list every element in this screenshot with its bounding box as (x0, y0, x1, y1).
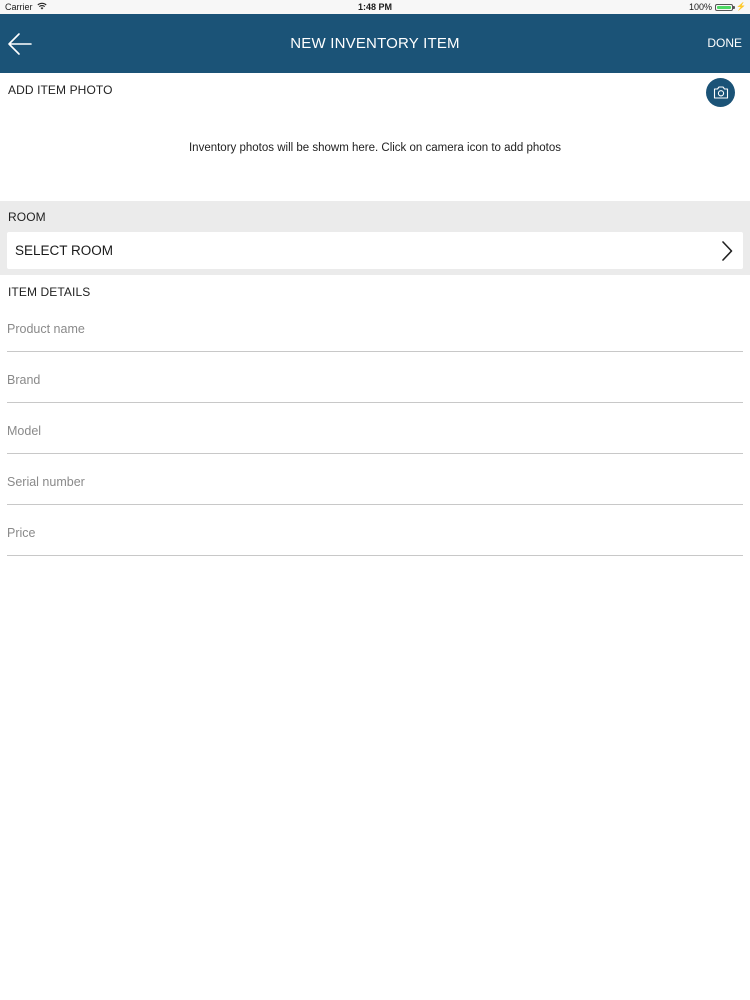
page-title: NEW INVENTORY ITEM (290, 35, 460, 52)
serial-number-field (7, 455, 743, 505)
product-name-input[interactable] (7, 302, 743, 351)
serial-number-input[interactable] (7, 455, 743, 504)
add-item-photo-label: ADD ITEM PHOTO (8, 83, 113, 97)
brand-field (7, 353, 743, 403)
battery-icon (715, 3, 736, 11)
status-time: 1:48 PM (357, 2, 392, 12)
chevron-right-icon (721, 241, 733, 261)
status-bar: Carrier 1:48 PM 100% ⚡ (0, 0, 750, 14)
done-button[interactable]: DONE (707, 14, 742, 73)
price-field (7, 506, 743, 556)
navigation-bar: NEW INVENTORY ITEM DONE (0, 14, 750, 73)
photo-section: ADD ITEM PHOTO Inventory photos will be … (0, 73, 750, 201)
battery-percent: 100% (689, 2, 713, 12)
brand-input[interactable] (7, 353, 743, 402)
select-room-button[interactable]: SELECT ROOM (7, 232, 743, 269)
item-details-label: ITEM DETAILS (8, 285, 91, 299)
room-label: ROOM (8, 210, 46, 224)
battery-fill (717, 5, 732, 9)
charging-icon: ⚡ (736, 2, 746, 11)
room-section: ROOM SELECT ROOM (0, 201, 750, 275)
camera-icon[interactable] (706, 78, 735, 107)
photo-hint-text: Inventory photos will be showm here. Cli… (188, 142, 562, 154)
model-field (7, 404, 743, 454)
product-name-field (7, 302, 743, 352)
price-input[interactable] (7, 506, 743, 555)
battery-group: 100% ⚡ (689, 0, 746, 14)
model-input[interactable] (7, 404, 743, 453)
select-room-label: SELECT ROOM (15, 243, 114, 258)
